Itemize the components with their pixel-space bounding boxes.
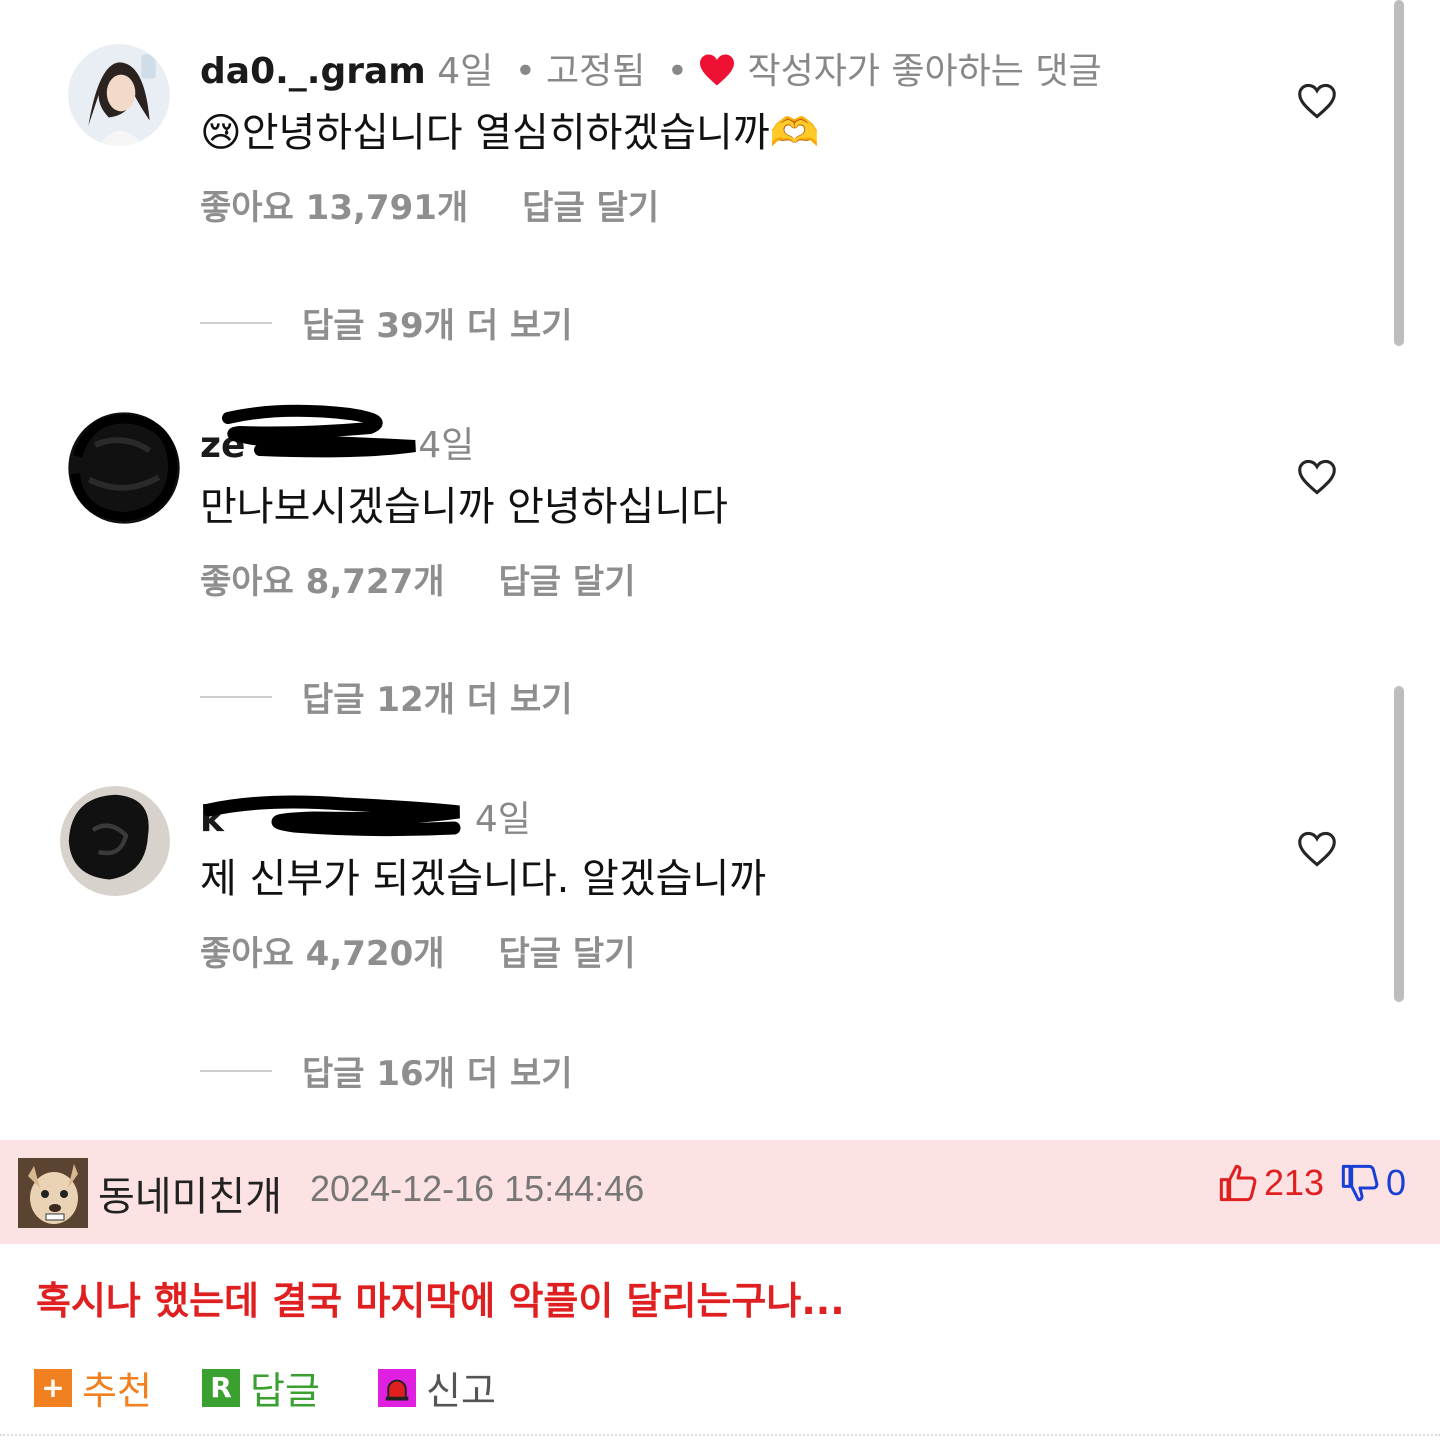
post-author[interactable]: 동네미친개: [98, 1164, 282, 1222]
thumbs-up-icon: [1219, 1164, 1257, 1202]
view-more-replies-label: 답글 16개 더 보기: [302, 1054, 573, 1094]
upvote-count: 213: [1264, 1162, 1325, 1203]
post-datetime: 2024-12-16 15:44:46: [310, 1168, 645, 1209]
post-content: 혹시나 했는데 결국 마지막에 악플이 달리는구나...: [36, 1279, 845, 1323]
comment-actions: 좋아요 13,791개 답글 달기: [200, 180, 659, 229]
reply-r-icon: R: [202, 1368, 240, 1407]
comment-meta: da0._.gram 4일 • 고정됨 • 작성자가 좋아하는 댓글: [200, 42, 1102, 94]
view-more-replies[interactable]: 답글 39개 더 보기: [200, 298, 573, 347]
reply-button[interactable]: 답글 달기: [499, 934, 636, 974]
downvote-count: 0: [1386, 1162, 1407, 1203]
thumbs-down-icon: [1341, 1164, 1379, 1202]
comment-username[interactable]: da0._.gram: [200, 51, 426, 92]
view-more-replies[interactable]: 답글 16개 더 보기: [200, 1046, 573, 1095]
report-button[interactable]: 신고: [378, 1360, 496, 1415]
report-label: 신고: [426, 1369, 496, 1413]
siren-icon: [378, 1368, 416, 1407]
comment-text: 제 신부가 되겠습니다. 알겠습니까: [200, 856, 767, 902]
like-count[interactable]: 좋아요 8,727개: [200, 562, 445, 602]
heart-outline-icon[interactable]: [1296, 458, 1338, 496]
liked-by-author-label: 작성자가 좋아하는 댓글: [747, 51, 1102, 92]
view-more-replies-label: 답글 12개 더 보기: [302, 680, 573, 720]
recommend-button[interactable]: + 추천: [34, 1360, 152, 1415]
user-avatar[interactable]: [68, 44, 170, 146]
heart-hands-emoji: 🫶: [769, 110, 820, 156]
divider-line: [200, 695, 272, 698]
reply-post-button[interactable]: R 답글: [202, 1360, 320, 1415]
user-avatar[interactable]: [66, 410, 182, 526]
reply-label: 답글: [250, 1369, 320, 1413]
dog-avatar[interactable]: [18, 1158, 88, 1228]
scrollbar-thumb[interactable]: [1394, 686, 1404, 1002]
comment-actions: 좋아요 4,720개 답글 달기: [200, 926, 635, 975]
downvote-button[interactable]: 0: [1340, 1162, 1406, 1204]
user-avatar[interactable]: [60, 786, 170, 896]
separator-dot: •: [666, 51, 689, 92]
divider-line: [0, 1434, 1440, 1436]
upvote-button[interactable]: 213: [1218, 1162, 1324, 1204]
heart-outline-icon[interactable]: [1296, 82, 1338, 120]
comment-actions: 좋아요 8,727개 답글 달기: [200, 554, 635, 603]
pinned-label: 고정됨: [545, 51, 646, 92]
comment-text: 😢안녕하십니다 열심히하겠습니까🫶: [200, 100, 819, 158]
redaction-scribble: [222, 404, 416, 458]
comment-body: 안녕하십니다 열심히하겠습니까: [241, 110, 770, 156]
view-more-replies[interactable]: 답글 12개 더 보기: [200, 672, 573, 721]
separator-dot: •: [514, 51, 536, 92]
recommend-label: 추천: [82, 1369, 152, 1413]
divider-line: [200, 321, 272, 324]
like-count[interactable]: 좋아요 4,720개: [200, 934, 445, 974]
view-more-replies-label: 답글 39개 더 보기: [302, 306, 573, 346]
heart-outline-icon[interactable]: [1296, 830, 1338, 868]
red-heart-icon: [700, 54, 735, 86]
post-header: 동네미친개 2024-12-16 15:44:46 213 0: [0, 1140, 1440, 1244]
comment-time: 4일: [418, 425, 475, 466]
redaction-scribble: [204, 795, 461, 837]
reply-button[interactable]: 답글 달기: [499, 562, 636, 602]
plus-icon: +: [34, 1368, 72, 1407]
reply-button[interactable]: 답글 달기: [522, 188, 659, 228]
like-count[interactable]: 좋아요 13,791개: [200, 188, 468, 228]
comment-time: 4일: [474, 799, 531, 840]
scrollbar-thumb[interactable]: [1394, 0, 1404, 346]
divider-line: [200, 1069, 272, 1072]
crying-emoji: 😢: [200, 110, 242, 156]
comment-text: 만나보시겠습니까 안녕하십니다: [200, 484, 728, 530]
comment-time: 4일: [437, 51, 494, 92]
